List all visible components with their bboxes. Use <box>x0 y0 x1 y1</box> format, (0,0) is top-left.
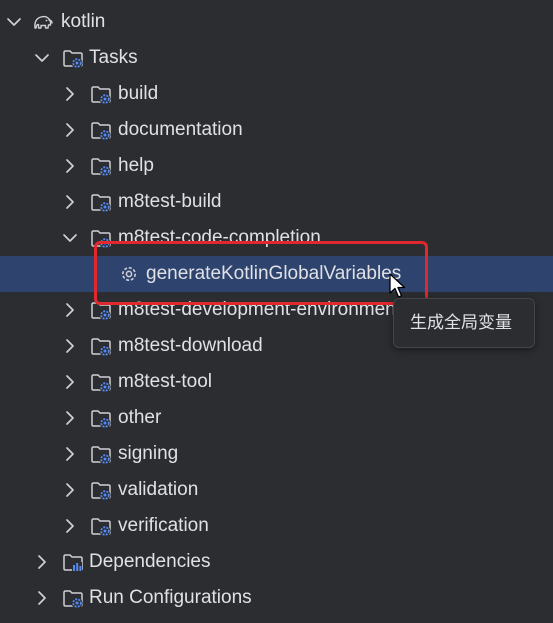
tree-node-task-group[interactable]: signing <box>0 436 553 472</box>
chevron-right-icon[interactable] <box>61 85 79 103</box>
elephant-icon <box>34 15 53 29</box>
tree-node-task-group[interactable]: validation <box>0 472 553 508</box>
chevron-right-icon[interactable] <box>33 589 51 607</box>
chevron-down-icon[interactable] <box>5 13 23 31</box>
task-folder-icon <box>91 194 112 213</box>
tree-node-label: Tasks <box>89 47 138 68</box>
run-config-folder-icon <box>63 590 84 609</box>
chevron-right-icon[interactable] <box>61 301 79 319</box>
task-folder-icon <box>91 302 112 321</box>
task-folder-icon <box>91 230 112 249</box>
tree-node-task-group[interactable]: m8test-code-completion <box>0 220 553 256</box>
chevron-right-icon[interactable] <box>61 481 79 499</box>
tree-node-task-group[interactable]: verification <box>0 508 553 544</box>
dependencies-folder-icon <box>63 554 83 573</box>
tree-node-label: m8test-download <box>118 335 263 356</box>
tree-node-task-selected[interactable]: generateKotlinGlobalVariables <box>0 256 553 292</box>
chevron-right-icon[interactable] <box>61 409 79 427</box>
tree-node-task-group[interactable]: m8test-tool <box>0 364 553 400</box>
chevron-right-icon[interactable] <box>61 157 79 175</box>
mouse-pointer-icon <box>389 273 406 298</box>
task-folder-icon <box>91 158 112 177</box>
chevron-right-icon[interactable] <box>61 193 79 211</box>
tree-node-run-configurations[interactable]: Run Configurations <box>0 580 553 616</box>
chevron-right-icon[interactable] <box>61 337 79 355</box>
task-folder-icon <box>63 50 84 69</box>
tree-node-label: m8test-build <box>118 191 222 212</box>
chevron-down-icon[interactable] <box>33 49 51 67</box>
task-folder-icon <box>91 86 112 105</box>
gear-icon <box>122 266 136 282</box>
tree-node-task-group[interactable]: other <box>0 400 553 436</box>
tree-node-label: documentation <box>118 119 243 140</box>
chevron-right-icon[interactable] <box>61 517 79 535</box>
tree-node-tasks[interactable]: Tasks <box>0 40 553 76</box>
tree-node-label: verification <box>118 515 209 536</box>
tooltip: 生成全局变量 <box>393 298 535 348</box>
tree-node-label: m8test-tool <box>118 371 212 392</box>
task-folder-icon <box>91 410 112 429</box>
task-folder-icon <box>91 518 112 537</box>
tree-node-label: generateKotlinGlobalVariables <box>146 263 402 284</box>
chevron-right-icon[interactable] <box>61 445 79 463</box>
tree-node-kotlin[interactable]: kotlin <box>0 4 553 40</box>
tree-node-task-group[interactable]: help <box>0 148 553 184</box>
chevron-right-icon[interactable] <box>61 373 79 391</box>
tree-node-label: validation <box>118 479 199 500</box>
chevron-right-icon[interactable] <box>33 553 51 571</box>
tree-node-label: build <box>118 83 159 104</box>
tree-node-label: Run Configurations <box>89 587 252 608</box>
tree-node-label: kotlin <box>61 11 106 32</box>
chevron-right-icon[interactable] <box>61 121 79 139</box>
tree-node-label: m8test-code-completion <box>118 227 321 248</box>
tree-node-task-group[interactable]: m8test-build <box>0 184 553 220</box>
tree-node-label: other <box>118 407 162 428</box>
tree-node-task-group[interactable]: build <box>0 76 553 112</box>
chevron-down-icon[interactable] <box>61 229 79 247</box>
task-folder-icon <box>91 482 112 501</box>
task-folder-icon <box>91 374 112 393</box>
tree-node-label: m8test-development-environment <box>118 299 402 320</box>
task-folder-icon <box>91 122 112 141</box>
tree-node-task-group[interactable]: documentation <box>0 112 553 148</box>
tree-node-label: help <box>118 155 154 176</box>
tree-node-label: signing <box>118 443 179 464</box>
tooltip-text: 生成全局变量 <box>410 313 512 332</box>
task-folder-icon <box>91 446 112 465</box>
tree-node-label: Dependencies <box>89 551 211 572</box>
tree-node-dependencies[interactable]: Dependencies <box>0 544 553 580</box>
task-folder-icon <box>91 338 112 357</box>
